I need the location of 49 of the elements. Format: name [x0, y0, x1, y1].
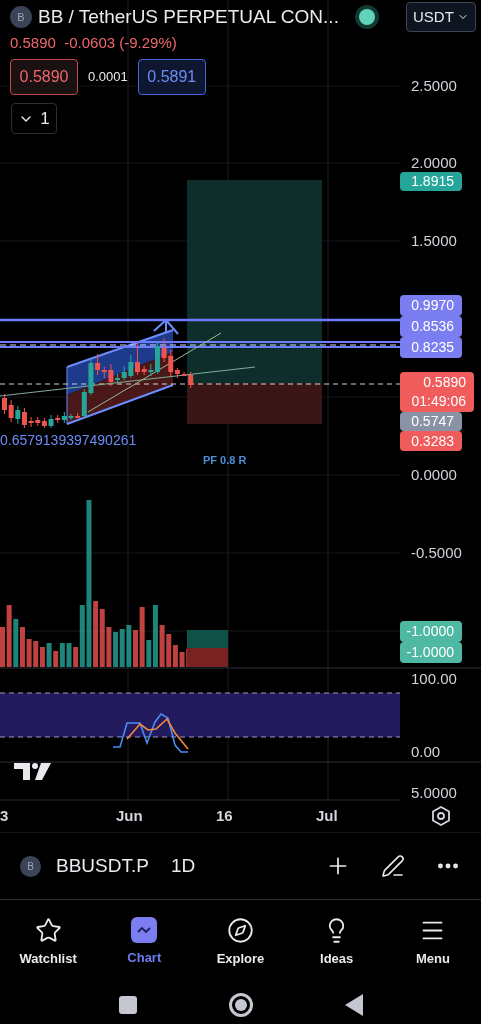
symbol-title[interactable]: BB / TetherUS PERPETUAL CON...	[38, 4, 339, 30]
price-axis-label: 2.0000	[411, 154, 457, 172]
price-badge: -1.0000	[400, 621, 462, 642]
price-badge: 0.8235	[400, 337, 462, 358]
sell-button[interactable]: 0.5890	[10, 59, 78, 95]
price-badge: 1.8915	[400, 172, 462, 191]
nav-tab[interactable]: Watchlist	[0, 916, 97, 969]
price-change: 0.5890 -0.0603 (-9.29%)	[10, 34, 177, 52]
symbol-name[interactable]: BBUSDT.P	[56, 851, 149, 881]
chart-icon	[131, 917, 158, 944]
price-badge: 0.3283	[400, 431, 462, 451]
price-axis-label: 100.00	[411, 670, 457, 688]
price-badge: 0.8536	[400, 316, 462, 337]
price-badge: 0.9970	[400, 295, 462, 316]
price-axis-label: 1.5000	[411, 232, 457, 250]
pen-icon[interactable]	[381, 854, 405, 878]
price-label: 0.6579139397490261	[0, 431, 137, 449]
symbol-logo: B	[10, 6, 32, 28]
time-axis-label: 16	[216, 807, 233, 825]
price-badge: 0.5747	[400, 412, 462, 431]
currency-dropdown[interactable]: USDT	[406, 2, 476, 32]
time-axis-label: Jul	[316, 807, 338, 825]
price-axis-label: -0.5000	[411, 544, 462, 562]
nav-tab[interactable]: Ideas	[288, 916, 385, 969]
spread-label: 0.0001	[88, 68, 128, 87]
price-badge: -1.0000	[400, 642, 462, 663]
time-axis-label: Jun	[116, 807, 143, 825]
buy-button[interactable]: 0.5891	[137, 59, 206, 95]
profit-factor-label: PF 0.8 R	[203, 453, 247, 467]
price-axis-label: 2.5000	[411, 77, 457, 95]
back-icon[interactable]	[344, 993, 363, 1016]
recent-apps-icon[interactable]	[118, 995, 137, 1014]
nav-tab[interactable]: Menu	[384, 916, 481, 969]
compass-icon	[227, 916, 254, 944]
price-axis-label: 0.00	[411, 743, 441, 761]
nav-tab[interactable]: Explore	[192, 916, 289, 969]
settings-icon[interactable]	[432, 805, 450, 827]
indicators-toggle[interactable]: 1	[11, 103, 57, 134]
symbol-logo: B	[20, 855, 41, 877]
price-axis-label: 0.0000	[411, 466, 457, 484]
time-axis-label: 3	[0, 807, 9, 825]
home-icon[interactable]	[228, 992, 253, 1017]
logo-icon	[14, 763, 51, 780]
interval-label[interactable]: 1D	[170, 851, 196, 881]
nav-tab[interactable]: Chart	[96, 917, 193, 968]
star-icon	[34, 916, 62, 944]
position-volume-zone	[187, 630, 228, 667]
price-badge: 0.5890 01:49:06	[400, 372, 474, 412]
price-axis-label: 5.0000	[411, 784, 457, 802]
